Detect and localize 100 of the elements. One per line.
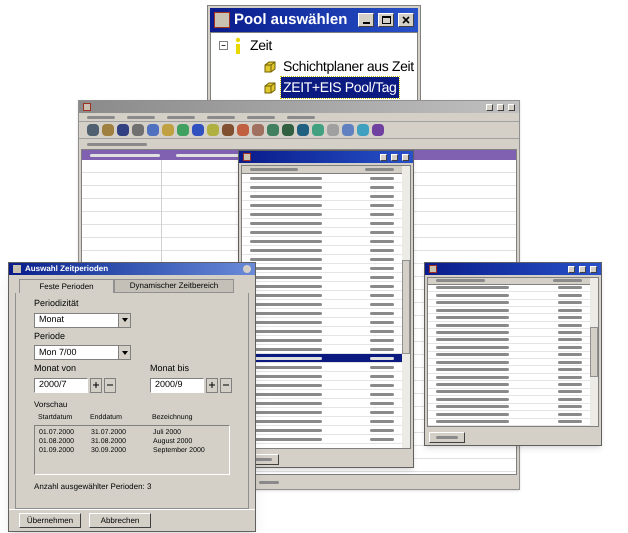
spin-button[interactable] [206, 378, 218, 392]
blurred-text-line [370, 428, 394, 432]
blurred-text-line [558, 346, 582, 349]
blurred-text-line [558, 316, 582, 320]
blurred-text-line [558, 360, 582, 364]
field-label: Periode [34, 330, 66, 342]
blurred-text-line [370, 186, 394, 188]
field-label: Monat bis [150, 362, 190, 375]
minimize-button[interactable] [486, 104, 493, 110]
toolbar-icon[interactable] [222, 124, 234, 136]
minus-icon [220, 42, 227, 49]
apply-button[interactable]: Übernehmen [19, 513, 81, 528]
toolbar-icon[interactable] [132, 124, 144, 136]
blurred-text-line [558, 398, 582, 401]
toolbar-icon[interactable] [252, 124, 264, 136]
blurred-text-line [370, 302, 394, 306]
blurred-text-line [558, 368, 582, 372]
minus-icon [107, 382, 113, 388]
blurred-text-line [370, 258, 394, 260]
blurred-text-line [370, 284, 394, 288]
spin-button[interactable] [90, 378, 102, 392]
blurred-text-line [207, 116, 235, 118]
toolbar-icon[interactable] [192, 124, 204, 136]
blurred-text-line [558, 338, 582, 342]
window-title: Auswahl Zeitperioden [25, 263, 108, 275]
toolbar-icon[interactable] [297, 124, 309, 136]
blurred-text-line [370, 374, 394, 378]
blurred-text-line [370, 194, 394, 198]
toolbar-icon[interactable] [117, 124, 129, 136]
toolbar-icon[interactable] [237, 124, 249, 136]
dropdown[interactable]: Mon 7/00 [34, 345, 131, 360]
spin-button[interactable] [220, 378, 232, 392]
toolbar-icon[interactable] [147, 124, 159, 136]
toolbar-icon[interactable] [267, 124, 279, 136]
blurred-text-line [250, 186, 322, 188]
minimize-button[interactable] [358, 13, 374, 27]
plus-icon [209, 382, 215, 388]
blurred-text-line [558, 324, 582, 327]
cancel-button[interactable]: Abbrechen [89, 513, 151, 528]
scrollbar[interactable] [402, 166, 410, 448]
blurred-text-line [370, 276, 394, 278]
blurred-text-line [370, 402, 394, 404]
tree-item[interactable]: Schichtplaner aus Zeit [281, 56, 416, 77]
blurred-text-line [370, 356, 394, 360]
toolbar-icon[interactable] [372, 124, 384, 136]
blurred-text-line [250, 176, 322, 180]
blurred-text-line [370, 240, 394, 242]
blurred-text-line [250, 230, 322, 234]
blurred-text-line [370, 420, 394, 422]
blurred-text-line [370, 204, 394, 206]
maximize-button[interactable] [378, 13, 394, 27]
blurred-text-line [287, 116, 315, 118]
close-button[interactable] [402, 154, 409, 160]
tree-item[interactable]: ZEIT+EIS Pool/Tag [281, 77, 398, 98]
maximize-button[interactable] [579, 266, 586, 272]
blurred-text-line [370, 338, 394, 342]
toolbar-icon[interactable] [87, 124, 99, 136]
input-field[interactable]: 2000/7 [34, 378, 88, 392]
collapse-toggle[interactable] [219, 41, 228, 50]
blurred-text-line [558, 383, 582, 386]
blurred-text-line [250, 194, 322, 198]
tree-item[interactable]: Zeit [248, 35, 274, 56]
maximize-icon [382, 16, 390, 24]
tab[interactable]: Dynamischer Zeitbereich [114, 279, 234, 293]
blurred-text-line [87, 142, 147, 146]
blurred-text-line [370, 176, 394, 180]
scrollbar[interactable] [590, 278, 598, 426]
blurred-text-line [250, 204, 322, 206]
blurred-text-line [558, 308, 582, 312]
minimize-button[interactable] [568, 266, 575, 272]
field-label: Monat von [34, 362, 78, 375]
close-icon [402, 16, 410, 24]
close-button[interactable] [590, 266, 597, 272]
blurred-text-line [370, 348, 394, 350]
input-field[interactable]: 2000/9 [150, 378, 204, 392]
blurred-text-line [558, 405, 582, 408]
app-icon [13, 265, 21, 273]
app-icon [83, 103, 91, 111]
section-label: Vorschau [34, 398, 68, 410]
plus-icon [93, 382, 99, 388]
window-title: Pool auswählen [234, 10, 348, 30]
dropdown[interactable]: Monat [34, 312, 131, 328]
blurred-text-line [370, 230, 394, 234]
toolbar-icon[interactable] [282, 124, 294, 136]
blurred-text-line [90, 154, 160, 156]
blurred-text-line [370, 438, 394, 440]
blurred-text-line [247, 116, 275, 118]
maximize-button[interactable] [497, 104, 504, 110]
minimize-button[interactable] [380, 154, 387, 160]
spin-button[interactable] [104, 378, 116, 392]
cube-icon [263, 80, 277, 94]
close-button[interactable] [398, 13, 414, 27]
blurred-text-line [259, 480, 279, 484]
close-button[interactable] [508, 104, 515, 110]
blurred-text-line [558, 294, 582, 297]
selection-count: Anzahl ausgewählter Perioden: 3 [34, 481, 152, 493]
minus-icon [223, 382, 229, 388]
tab[interactable]: Feste Perioden [19, 279, 114, 293]
maximize-button[interactable] [391, 154, 398, 160]
footer-button[interactable] [429, 432, 465, 442]
